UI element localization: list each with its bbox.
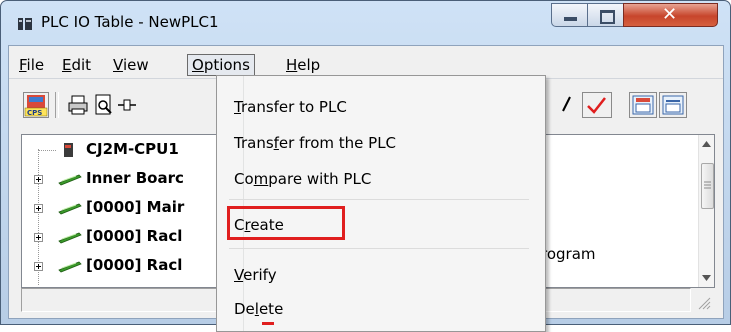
edit-icon xyxy=(562,96,571,112)
tree-item-label: [0000] Mair xyxy=(86,198,185,216)
toolbar-separator xyxy=(55,92,59,118)
minimize-icon xyxy=(564,17,577,21)
menu-item-delete[interactable]: Delete xyxy=(234,294,283,324)
scroll-up-icon[interactable] xyxy=(702,141,711,147)
toolbar-partial-button[interactable] xyxy=(561,92,573,118)
grip-icon xyxy=(704,181,711,189)
status-pane xyxy=(541,288,691,312)
expand-icon[interactable] xyxy=(34,233,43,242)
svg-text:CPS: CPS xyxy=(27,109,42,117)
io-table-button[interactable] xyxy=(629,92,657,118)
print-icon xyxy=(68,95,88,115)
maximize-icon xyxy=(600,10,615,24)
cpu-icon xyxy=(64,143,73,157)
preview-icon xyxy=(95,94,112,115)
expand-icon[interactable] xyxy=(34,175,43,184)
connector-icon xyxy=(118,99,136,111)
menu-item-verify[interactable]: Verify xyxy=(234,260,277,290)
tree-item-label: [0000] Racl xyxy=(86,256,183,274)
scroll-thumb[interactable] xyxy=(701,163,714,209)
io-compare-button[interactable] xyxy=(659,92,687,118)
tree-item-label: [0000] Racl xyxy=(86,227,183,245)
window-title: PLC IO Table - NewPLC1 xyxy=(41,13,219,31)
status-text: rogram xyxy=(541,245,596,263)
board-icon xyxy=(58,203,82,215)
menu-options[interactable]: Options xyxy=(187,54,255,76)
cps-icon: CPS xyxy=(24,95,48,117)
menu-item-compare-with-plc[interactable]: Compare with PLC xyxy=(234,164,371,194)
io-table-icon xyxy=(632,95,654,115)
expand-icon[interactable] xyxy=(34,262,43,271)
menu-file[interactable]: File xyxy=(15,54,48,76)
io-compare-icon xyxy=(662,95,684,115)
maximize-button[interactable] xyxy=(587,3,624,27)
menu-help[interactable]: Help xyxy=(282,54,324,76)
minimize-button[interactable] xyxy=(551,3,588,27)
vertical-scrollbar[interactable] xyxy=(698,135,714,287)
menu-separator xyxy=(229,248,529,249)
app-icon xyxy=(18,18,32,30)
preview-button[interactable] xyxy=(91,92,117,118)
options-dropdown-menu: Transfer to PLC Transfer from the PLC Co… xyxy=(216,75,546,332)
expand-icon[interactable] xyxy=(34,204,43,213)
menu-view[interactable]: View xyxy=(109,54,153,76)
board-icon xyxy=(58,174,82,186)
close-icon: ✕ xyxy=(662,4,678,25)
scroll-down-icon[interactable] xyxy=(702,275,711,281)
print-button[interactable] xyxy=(65,92,91,118)
connector-button[interactable] xyxy=(117,92,136,118)
title-bar[interactable]: PLC IO Table - NewPLC1 ✕ xyxy=(1,1,730,45)
board-icon xyxy=(58,261,82,273)
menu-item-transfer-to-plc[interactable]: Transfer to PLC xyxy=(234,92,347,122)
resize-grip-icon[interactable] xyxy=(697,296,711,310)
close-button[interactable]: ✕ xyxy=(623,3,718,27)
menu-edit[interactable]: Edit xyxy=(58,54,95,76)
tree-item-label: CJ2M-CPU1 xyxy=(86,140,179,158)
menu-item-transfer-from-plc[interactable]: Transfer from the PLC xyxy=(234,128,396,158)
tree-connector xyxy=(38,150,56,151)
check-button[interactable] xyxy=(582,92,612,118)
tree-item-label: Inner Boarc xyxy=(86,169,184,187)
cps-button[interactable]: CPS xyxy=(23,92,49,118)
board-icon xyxy=(58,232,82,244)
create-highlight-box xyxy=(227,206,345,240)
menu-separator xyxy=(229,199,529,200)
checkmark-icon xyxy=(587,97,606,114)
